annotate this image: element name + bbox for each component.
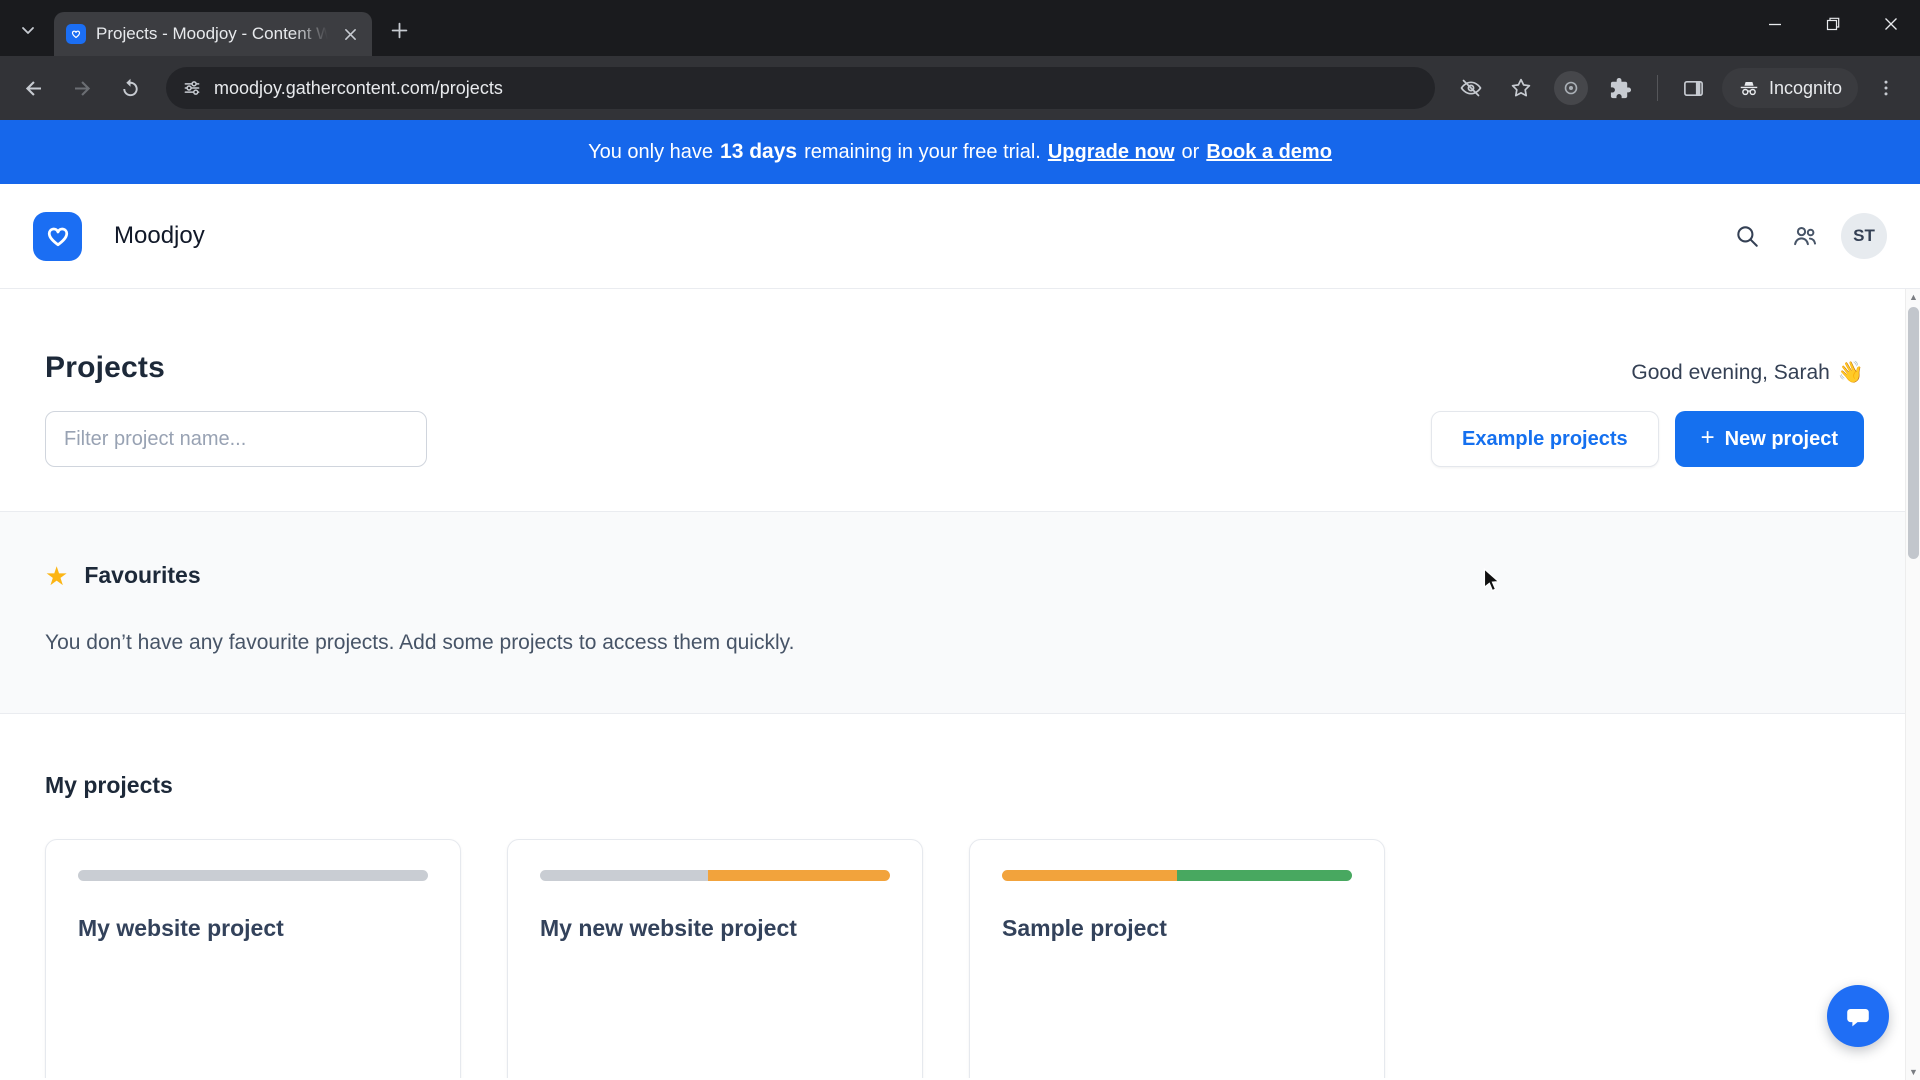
new-project-label: New project	[1724, 427, 1838, 450]
vertical-scrollbar[interactable]: ▲ ▼	[1905, 289, 1920, 1080]
page-title: Projects	[45, 351, 165, 384]
wave-emoji-icon: 👋	[1837, 361, 1864, 384]
my-projects-title: My projects	[45, 772, 173, 798]
restore-icon	[1826, 17, 1840, 31]
progress-segment	[78, 870, 428, 881]
kebab-menu-icon	[1884, 80, 1888, 96]
scrollbar-up-arrow[interactable]: ▲	[1906, 289, 1920, 305]
window-close-button[interactable]	[1862, 0, 1920, 48]
project-card-title: My new website project	[540, 915, 797, 941]
window-restore-button[interactable]	[1804, 0, 1862, 48]
favourite-star-icon: ★	[45, 560, 69, 591]
project-card-title: Sample project	[1002, 915, 1167, 941]
window-controls	[1746, 0, 1920, 48]
toolbar-right: Incognito	[1449, 66, 1908, 110]
reload-button[interactable]	[108, 66, 152, 110]
plus-icon	[391, 22, 407, 38]
upgrade-now-link[interactable]: Upgrade now	[1048, 141, 1175, 164]
scrollbar-thumb[interactable]	[1908, 307, 1919, 559]
brand-name: Moodjoy	[114, 222, 205, 249]
minimize-icon	[1769, 23, 1781, 26]
projects-page: Projects Good evening, Sarah 👋 Example p…	[0, 289, 1920, 1078]
project-actions: Example projects + New project	[1431, 411, 1864, 467]
extensions-puzzle-icon	[1611, 77, 1632, 98]
incognito-badge[interactable]: Incognito	[1721, 68, 1858, 108]
eye-off-icon	[1460, 79, 1482, 97]
heart-logo-icon	[47, 227, 68, 247]
browser-toolbar: moodjoy.gathercontent.com/projects Incog…	[0, 56, 1920, 120]
avatar[interactable]: ST	[1841, 213, 1887, 259]
app-header: Moodjoy ST	[0, 184, 1920, 289]
bookmark-star-button[interactable]	[1499, 66, 1543, 110]
favourites-empty-message: You don’t have any favourite projects. A…	[45, 631, 795, 654]
search-icon	[1737, 226, 1758, 247]
scrollbar-down-arrow[interactable]: ▼	[1906, 1064, 1920, 1080]
header-actions: ST	[1725, 213, 1887, 259]
team-people-icon	[1794, 226, 1817, 246]
side-panel-icon	[1684, 80, 1704, 96]
reload-icon	[122, 78, 138, 96]
site-info-icon	[184, 81, 200, 95]
tab-title: Projects - Moodjoy - Content W	[96, 24, 328, 43]
forward-arrow-icon	[75, 81, 91, 96]
project-cards: My website project My new website projec…	[45, 839, 1864, 1078]
project-card[interactable]: Sample project	[969, 839, 1385, 1078]
url-text: moodjoy.gathercontent.com/projects	[214, 77, 503, 98]
back-arrow-icon	[25, 81, 41, 96]
extensions-button[interactable]	[1599, 66, 1643, 110]
chat-widget-button[interactable]	[1827, 985, 1889, 1047]
circle-badge-icon	[1553, 71, 1588, 105]
browser-menu-button[interactable]	[1864, 66, 1908, 110]
close-icon	[1885, 18, 1897, 30]
progress-segment	[540, 870, 708, 881]
project-card[interactable]: My website project	[45, 839, 461, 1078]
new-tab-button[interactable]	[382, 13, 416, 47]
example-projects-button[interactable]: Example projects	[1431, 411, 1659, 467]
team-button[interactable]	[1783, 214, 1827, 258]
project-card-title: My website project	[78, 915, 284, 941]
chevron-down-icon	[22, 27, 34, 34]
project-progress-bar	[540, 870, 890, 881]
close-icon	[344, 28, 356, 40]
greeting-text: Good evening, Sarah	[1631, 361, 1830, 384]
incognito-icon	[1740, 82, 1758, 96]
forward-button[interactable]	[60, 66, 104, 110]
url-bar[interactable]: moodjoy.gathercontent.com/projects	[166, 67, 1435, 109]
project-progress-bar	[78, 870, 428, 881]
filter-projects-input[interactable]	[45, 411, 427, 467]
plus-icon: +	[1700, 424, 1715, 451]
incognito-label: Incognito	[1768, 77, 1842, 98]
progress-segment	[1002, 870, 1177, 881]
trial-banner: You only have 13 days remaining in your …	[0, 120, 1920, 184]
banner-text: or	[1181, 140, 1200, 163]
banner-text: You only have	[588, 140, 714, 163]
book-demo-link[interactable]: Book a demo	[1206, 141, 1332, 164]
project-card[interactable]: My new website project	[507, 839, 923, 1078]
tab-close-button[interactable]	[338, 22, 362, 46]
bookmark-star-icon	[1511, 78, 1531, 97]
greeting: Good evening, Sarah 👋	[1631, 361, 1864, 385]
chat-bubble-icon	[1847, 1008, 1869, 1027]
favourites-title: Favourites	[84, 562, 201, 588]
banner-days-remaining: 13 days	[720, 140, 798, 163]
project-progress-bar	[1002, 870, 1352, 881]
back-button[interactable]	[12, 66, 56, 110]
search-button[interactable]	[1725, 214, 1769, 258]
moodjoy-logo[interactable]	[33, 211, 82, 261]
tab-strip: Projects - Moodjoy - Content W	[0, 0, 1920, 56]
new-project-button[interactable]: + New project	[1674, 411, 1864, 467]
favourites-section: ★ Favourites You don’t have any favourit…	[0, 511, 1920, 714]
progress-segment	[708, 870, 890, 881]
side-panel-button[interactable]	[1672, 66, 1716, 110]
progress-segment	[1177, 870, 1352, 881]
toolbar-divider	[1656, 75, 1658, 101]
tab-search-button[interactable]	[10, 12, 46, 48]
banner-text: remaining in your free trial.	[804, 140, 1041, 163]
media-circle-button[interactable]	[1549, 66, 1593, 110]
window-minimize-button[interactable]	[1746, 0, 1804, 48]
preview-eye-off-button[interactable]	[1449, 66, 1493, 110]
site-favicon-icon	[66, 24, 86, 44]
browser-tab[interactable]: Projects - Moodjoy - Content W	[54, 12, 372, 56]
